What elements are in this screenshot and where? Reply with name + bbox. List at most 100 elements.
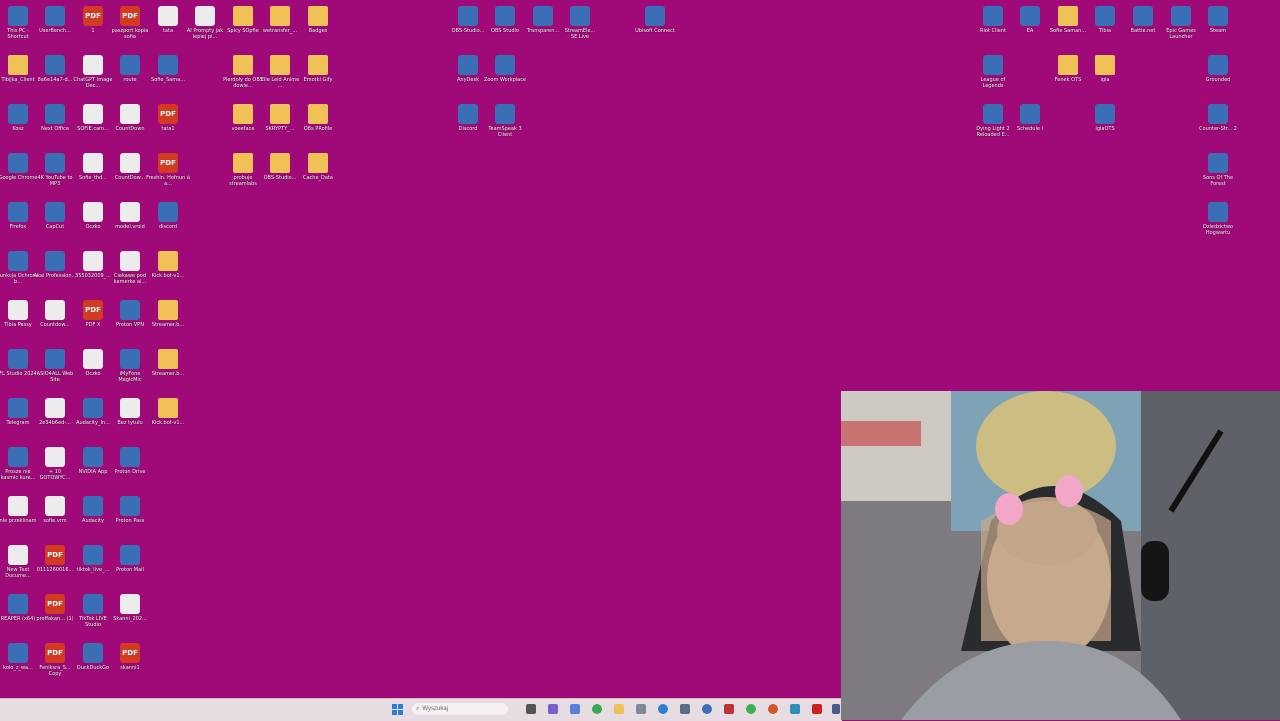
- desktop-icon[interactable]: ASIO4ALL Web Site: [35, 347, 75, 395]
- desktop-icon[interactable]: Zoom Workplace: [484, 53, 526, 101]
- desktop-icon[interactable]: Steam: [1198, 4, 1238, 52]
- desktop-icon[interactable]: PDF Feniksra_S... Copy: [35, 641, 75, 689]
- desktop-icon[interactable]: TikTok LIVE Studio: [73, 592, 113, 640]
- desktop-icon[interactable]: PDF paszport kopia sofia: [110, 4, 150, 52]
- desktop-icon[interactable]: Badges: [298, 4, 338, 52]
- taskbar-app-icon[interactable]: [812, 704, 822, 714]
- taskbar-app-icon[interactable]: [636, 704, 646, 714]
- desktop-icon[interactable]: 8a6e14a7-d...: [35, 53, 75, 101]
- desktop-icon[interactable]: Sofie Saman...: [1048, 4, 1088, 52]
- desktop-icon[interactable]: 4K YouTube to MP3: [35, 151, 75, 199]
- desktop-icon[interactable]: Ciekawe pod kamerke al...: [110, 249, 150, 297]
- desktop-icon[interactable]: CapCut: [35, 200, 75, 248]
- desktop-icon[interactable]: Proton VPN: [110, 298, 150, 346]
- desktop-icon[interactable]: TeamSpeak 3 Client: [485, 102, 525, 150]
- desktop-icon[interactable]: Ubisoft Connect: [635, 4, 675, 52]
- desktop-icon[interactable]: NVIDIA App: [73, 445, 113, 493]
- desktop-icon[interactable]: Kick.bot-v1...: [148, 396, 188, 444]
- desktop-icon[interactable]: tata: [148, 4, 188, 52]
- taskbar-app-icon[interactable]: [832, 704, 840, 714]
- desktop-icon[interactable]: CountDow...: [110, 151, 150, 199]
- desktop-icon[interactable]: discord: [148, 200, 188, 248]
- desktop-icon[interactable]: PDF PDF X: [73, 298, 113, 346]
- desktop-icon[interactable]: Spicy SOpfie: [223, 4, 263, 52]
- desktop-icon[interactable]: PDF skanni1: [110, 641, 150, 689]
- desktop-icon[interactable]: EA: [1010, 4, 1050, 52]
- desktop-icon[interactable]: Fenek OTS: [1048, 53, 1088, 101]
- desktop-icon[interactable]: UserBench...: [35, 4, 75, 52]
- desktop-icon[interactable]: Oczko: [73, 200, 113, 248]
- desktop-icon[interactable]: Oczko: [73, 347, 113, 395]
- desktop-icon[interactable]: Battle.net: [1123, 4, 1163, 52]
- taskbar-app-icon[interactable]: [702, 704, 712, 714]
- desktop-icon[interactable]: Audacity_In...: [73, 396, 113, 444]
- desktop-icon[interactable]: model.vroid: [110, 200, 150, 248]
- desktop-icon[interactable]: Sofie_thd...: [73, 151, 113, 199]
- desktop-icon[interactable]: iMyFone MagicMic: [110, 347, 150, 395]
- desktop-icon[interactable]: + 10 GOTOWYC...: [35, 445, 75, 493]
- desktop-icon[interactable]: Cache_Data: [298, 151, 338, 199]
- taskbar-app-icon[interactable]: [768, 704, 778, 714]
- desktop-icon[interactable]: SKRYPTY_...: [260, 102, 300, 150]
- desktop-icon[interactable]: 2e34b6ed-...: [35, 396, 75, 444]
- file-explorer-icon[interactable]: [614, 704, 624, 714]
- desktop-icon[interactable]: Skanni_202...: [110, 592, 150, 640]
- windows-start-icon[interactable]: [392, 703, 404, 715]
- desktop-icon[interactable]: CountDown: [110, 102, 150, 150]
- desktop-icon[interactable]: Dying Light 2 Reloaded E...: [973, 102, 1013, 150]
- desktop-icon[interactable]: Discord: [448, 102, 488, 150]
- desktop-icon[interactable]: PDF 1: [73, 4, 113, 52]
- taskbar-app-icon[interactable]: [790, 704, 800, 714]
- desktop-icon[interactable]: Audacity: [73, 494, 113, 542]
- desktop-icon[interactable]: PDF tata1: [148, 102, 188, 150]
- desktop-icon[interactable]: voeeface: [223, 102, 263, 150]
- whatsapp-icon[interactable]: [746, 704, 756, 714]
- desktop-icon[interactable]: Proton Drive: [110, 445, 150, 493]
- desktop-icon[interactable]: Next Office: [35, 102, 75, 150]
- desktop-icon[interactable]: League of Legends: [973, 53, 1013, 101]
- desktop-icon[interactable]: Akai Profession...: [34, 249, 76, 297]
- desktop-icon[interactable]: Elle Leid Anime ...: [260, 53, 300, 101]
- desktop-icon[interactable]: DuckDuckGo: [73, 641, 113, 689]
- taskbar-search-input[interactable]: ⌕ Wyszukaj: [412, 703, 508, 715]
- desktop-icon[interactable]: Bez tytułu: [110, 396, 150, 444]
- desktop-icon[interactable]: OBs PRofile: [298, 102, 338, 150]
- desktop-icon[interactable]: Grounded: [1198, 53, 1238, 101]
- desktop-icon[interactable]: Countdow...: [35, 298, 75, 346]
- taskbar-app-icon[interactable]: [680, 704, 690, 714]
- desktop-icon[interactable]: ChatGPT Image Dec...: [73, 53, 113, 101]
- desktop-icon[interactable]: Proton Mail: [110, 543, 150, 591]
- desktop-icon[interactable]: Tibia: [1085, 4, 1125, 52]
- desktop-icon[interactable]: Dziedzictwo Hogwartu: [1198, 200, 1238, 248]
- desktop-icon[interactable]: Riot Client: [973, 4, 1013, 52]
- desktop-icon[interactable]: Sons Of The Forest: [1198, 151, 1238, 199]
- messenger-icon[interactable]: [658, 704, 668, 714]
- desktop-icon[interactable]: Counter-Str... 2: [1198, 102, 1238, 150]
- desktop-icon[interactable]: Proton Pass: [110, 494, 150, 542]
- desktop-icon[interactable]: Emotki Gify: [298, 53, 338, 101]
- desktop-icon[interactable]: Kick.bot-v1...: [148, 249, 188, 297]
- desktop-icon[interactable]: OBS-Studio...: [260, 151, 300, 199]
- chrome-icon[interactable]: [592, 704, 602, 714]
- taskbar-app-icon[interactable]: [548, 704, 558, 714]
- desktop-icon[interactable]: sofie.vrm: [35, 494, 75, 542]
- desktop-icon[interactable]: OBS Studio: [485, 4, 525, 52]
- desktop-icon[interactable]: tiktok_live_...: [73, 543, 113, 591]
- desktop-icon[interactable]: SOFIE.cam...: [73, 102, 113, 150]
- desktop-icon[interactable]: igla: [1085, 53, 1125, 101]
- desktop-icon[interactable]: Sofie_Sama...: [148, 53, 188, 101]
- taskbar-app-icon[interactable]: [724, 704, 734, 714]
- task-view-icon[interactable]: [526, 704, 536, 714]
- desktop-icon[interactable]: PDF proffakan... (1): [35, 592, 75, 640]
- taskbar-app-icon[interactable]: [570, 704, 580, 714]
- desktop-icon[interactable]: Streamer.b...: [148, 298, 188, 346]
- desktop-icon[interactable]: Epic Games Launcher: [1161, 4, 1201, 52]
- desktop-icon[interactable]: Pierdoly do OBS dowie...: [223, 53, 263, 101]
- desktop-icon[interactable]: OBS-Studio...: [448, 4, 488, 52]
- desktop-icon[interactable]: AnyDesk: [448, 53, 488, 101]
- desktop-icon[interactable]: AI Prompty jak lepiej pi...: [185, 4, 225, 52]
- desktop-icon[interactable]: Streamer.b...: [148, 347, 188, 395]
- desktop-icon[interactable]: PDF Freshin. Hofnun á a...: [146, 151, 190, 199]
- desktop-icon[interactable]: Transparen...: [523, 4, 563, 52]
- desktop-icon[interactable]: IglaOTS: [1085, 102, 1125, 150]
